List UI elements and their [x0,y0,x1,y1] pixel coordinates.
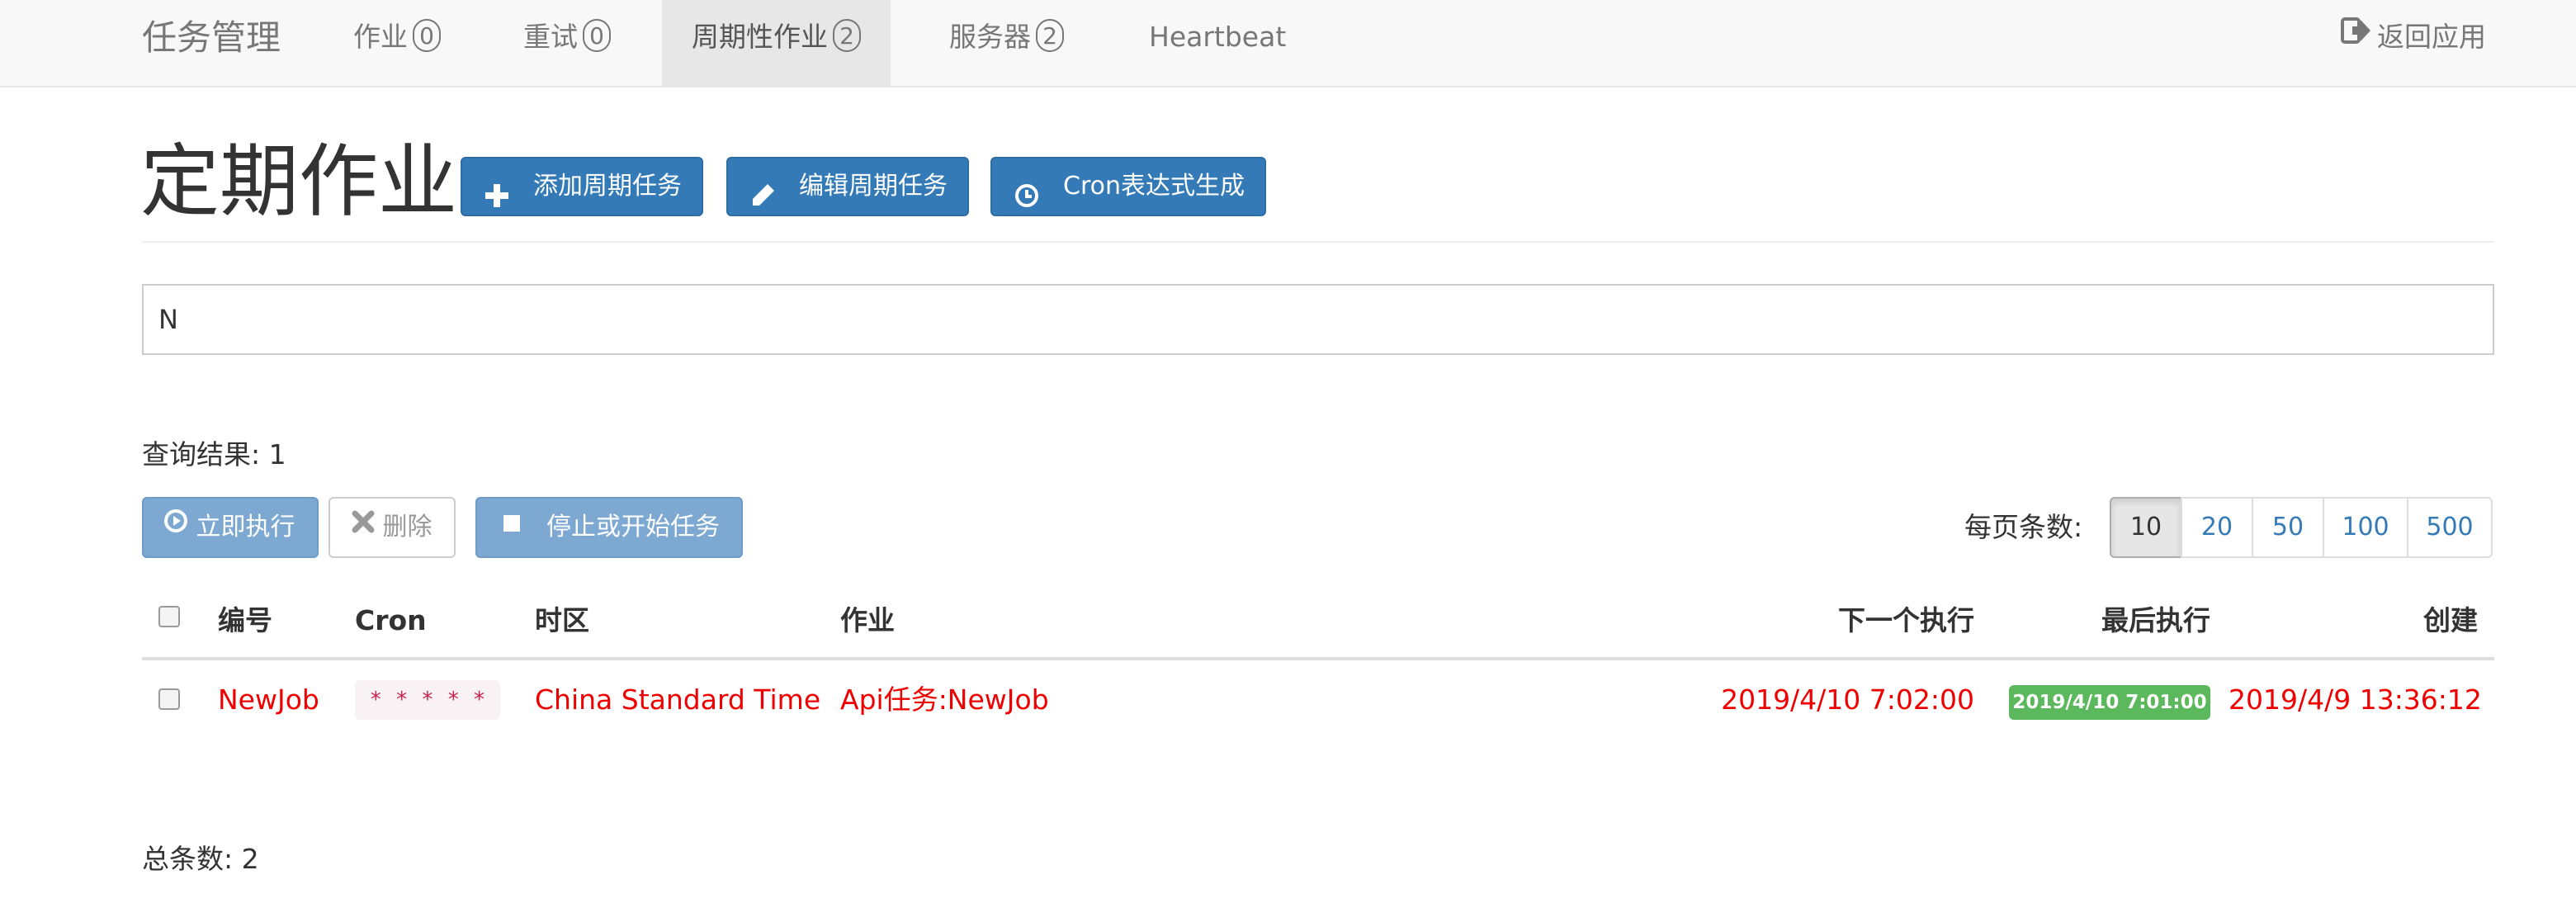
toggle-job-label: 停止或开始任务 [546,513,720,541]
stop-icon [502,497,522,555]
per-page-selector: 10 20 50 100 500 [2110,497,2493,558]
per-page-option-50[interactable]: 50 [2252,497,2324,558]
created-cell: 2019/4/9 13:36:12 [2229,683,2482,716]
add-recurring-job-button[interactable]: 添加周期任务 [461,157,703,216]
next-execution-cell: 2019/4/10 7:02:00 [1721,683,1974,716]
row-checkbox[interactable] [158,688,180,710]
nav-item-label: Heartbeat [1149,21,1287,53]
nav-badge: 2 [833,18,861,52]
column-header-next-execution: 下一个执行 [1838,604,1974,636]
nav-item-jobs[interactable]: 作业 0 [335,0,459,86]
nav-item-label: 周期性作业 [692,21,828,53]
total-count: 总条数: 2 [142,843,259,875]
page-title: 定期作业 [140,135,457,228]
trigger-now-button[interactable]: 立即执行 [142,497,319,558]
timezone-cell: China Standard Time [535,683,821,716]
filter-input[interactable] [142,284,2494,355]
pencil-icon [749,173,776,206]
nav-badge: 0 [583,18,611,52]
back-to-app-link[interactable]: 返回应用 [2341,0,2486,74]
cron-expression: * * * * * [355,680,500,720]
add-recurring-job-label: 添加周期任务 [533,172,682,201]
edit-recurring-job-label: 编辑周期任务 [799,172,948,201]
delete-label: 删除 [382,513,432,541]
nav-item-label: 服务器 [949,21,1031,53]
column-header-id: 编号 [218,604,272,636]
job-id-link[interactable]: NewJob [218,682,319,718]
brand[interactable]: 任务管理 [142,10,281,66]
delete-button[interactable]: 删除 [328,497,456,558]
column-header-created: 创建 [2423,604,2478,636]
edit-recurring-job-button[interactable]: 编辑周期任务 [726,157,969,216]
cron-generator-button[interactable]: Cron表达式生成 [990,157,1266,216]
nav-item-recurring-jobs[interactable]: 周期性作业 2 [662,0,891,86]
nav-item-servers[interactable]: 服务器 2 [931,0,1082,86]
result-count: 查询结果: 1 [142,438,286,471]
close-icon [352,497,375,555]
nav-badge: 0 [413,18,441,52]
per-page-option-20[interactable]: 20 [2181,497,2253,558]
cron-generator-label: Cron表达式生成 [1063,172,1245,201]
toggle-job-button[interactable]: 停止或开始任务 [475,497,743,558]
header-divider [142,241,2494,243]
log-out-icon [2341,0,2372,73]
nav-item-label: 重试 [523,21,578,53]
table-header-divider [142,657,2494,660]
nav-badge: 2 [1036,18,1064,52]
per-page-option-100[interactable]: 100 [2323,497,2408,558]
navbar: 任务管理 作业 0 重试 0 周期性作业 2 服务器 2 Heartbeat 返回应用 [0,0,2576,87]
nav-item-retries[interactable]: 重试 0 [505,0,629,86]
column-header-last-execution: 最后执行 [2101,604,2210,636]
per-page-option-10[interactable]: 10 [2110,497,2182,558]
trigger-now-label: 立即执行 [196,513,295,541]
per-page-label: 每页条数: [1964,511,2083,543]
last-execution-badge: 2019/4/10 7:01:00 [2009,685,2210,720]
select-all-checkbox[interactable] [158,606,180,627]
play-circle-icon [163,497,188,555]
per-page-option-500[interactable]: 500 [2407,497,2493,558]
back-to-app-label: 返回应用 [2377,21,2486,53]
column-header-cron: Cron [355,604,427,636]
column-header-job: 作业 [840,604,895,636]
clock-icon [1014,173,1040,207]
job-cell: Api任务:NewJob [840,683,1049,716]
plus-icon [484,173,510,207]
nav-item-label: 作业 [353,21,408,53]
column-header-timezone: 时区 [535,604,589,636]
nav-item-heartbeat[interactable]: Heartbeat [1131,0,1304,86]
